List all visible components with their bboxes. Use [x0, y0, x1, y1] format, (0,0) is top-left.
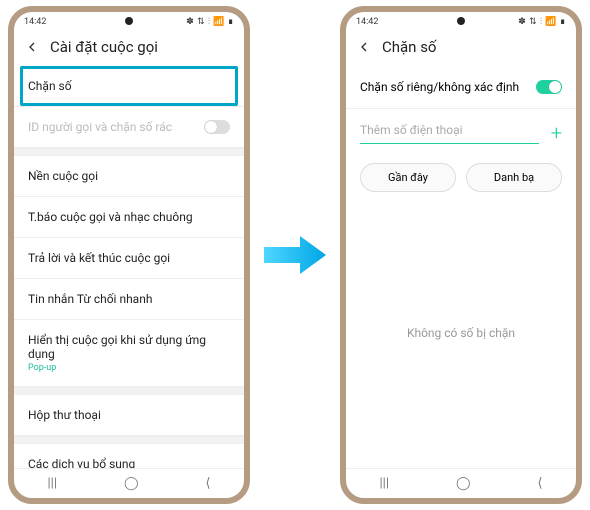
phone-right: 14:42 ✽ ⇅ ⫶ 📶 ∎ Chặn số Chặn số riêng/kh… [340, 6, 582, 504]
status-time: 14:42 [356, 17, 378, 27]
row-label: Chặn số [28, 79, 72, 93]
nav-home-icon[interactable]: ◯ [124, 476, 139, 491]
status-icons: ✽ ⇅ ⫶ 📶 ∎ [518, 17, 566, 27]
row-label: Các dịch vụ bổ sung [28, 457, 135, 468]
nav-recents-icon[interactable]: ||| [379, 476, 389, 491]
toggle-caller-id[interactable] [204, 120, 230, 134]
row-label: Nền cuộc gọi [28, 169, 98, 183]
status-icons: ✽ ⇅ ⫶ 📶 ∎ [186, 17, 234, 27]
row-label: ID người gọi và chặn số rác [28, 120, 172, 134]
section-gap [14, 387, 244, 395]
add-icon[interactable]: + [551, 121, 562, 145]
section-gap [14, 148, 244, 156]
back-icon[interactable] [356, 39, 372, 55]
row-hop-thu[interactable]: Hộp thư thoại [14, 395, 244, 436]
row-label: Tin nhắn Từ chối nhanh [28, 292, 152, 306]
source-chips: Gần đây Danh bạ [346, 149, 576, 206]
empty-state: Không có số bị chặn [346, 326, 576, 340]
row-dich-vu[interactable]: Các dịch vụ bổ sung [14, 444, 244, 468]
back-icon[interactable] [24, 39, 40, 55]
nav-home-icon[interactable]: ◯ [456, 476, 471, 491]
row-subtext: Pop-up [28, 363, 230, 373]
add-number-row: Thêm số điện thoại + [346, 109, 576, 149]
add-number-input[interactable]: Thêm số điện thoại [360, 123, 539, 144]
row-label: Chặn số riêng/không xác định [360, 80, 519, 94]
nav-recents-icon[interactable]: ||| [47, 476, 57, 491]
row-text: Hiển thị cuộc gọi khi sử dụng ứng dụng [28, 333, 206, 361]
front-camera [457, 17, 465, 25]
row-tin-nhan[interactable]: Tin nhắn Từ chối nhanh [14, 279, 244, 320]
front-camera [125, 17, 133, 25]
app-bar: Cài đặt cuộc gọi [14, 32, 244, 66]
page-title: Cài đặt cuộc gọi [50, 38, 158, 56]
android-nav-bar: ||| ◯ ⟨ [346, 468, 576, 498]
phone-left: 14:42 ✽ ⇅ ⫶ 📶 ∎ Cài đặt cuộc gọi Chặn số… [8, 6, 250, 504]
chip-recent[interactable]: Gần đây [360, 163, 456, 192]
row-hien-thi[interactable]: Hiển thị cuộc gọi khi sử dụng ứng dụng P… [14, 320, 244, 387]
row-label: Hiển thị cuộc gọi khi sử dụng ứng dụng P… [28, 333, 230, 373]
row-nen-cuoc-goi[interactable]: Nền cuộc gọi [14, 156, 244, 197]
row-label: Hộp thư thoại [28, 408, 101, 422]
status-time: 14:42 [24, 17, 46, 27]
row-tbao[interactable]: T.báo cuộc gọi và nhạc chuông [14, 197, 244, 238]
block-content: Chặn số riêng/không xác định Thêm số điệ… [346, 66, 576, 468]
nav-back-icon[interactable]: ⟨ [205, 476, 210, 491]
section-gap [14, 436, 244, 444]
nav-back-icon[interactable]: ⟨ [537, 476, 542, 491]
row-id-nguoi-goi[interactable]: ID người gọi và chặn số rác [14, 107, 244, 148]
flow-arrow [260, 230, 330, 280]
page-title: Chặn số [382, 38, 437, 56]
chip-contacts[interactable]: Danh bạ [466, 163, 562, 192]
toggle-block-private[interactable] [536, 80, 562, 94]
row-block-private[interactable]: Chặn số riêng/không xác định [346, 66, 576, 109]
arrow-icon [260, 230, 330, 280]
row-tra-loi[interactable]: Trả lời và kết thúc cuộc gọi [14, 238, 244, 279]
app-bar: Chặn số [346, 32, 576, 66]
row-label: Trả lời và kết thúc cuộc gọi [28, 251, 170, 265]
android-nav-bar: ||| ◯ ⟨ [14, 468, 244, 498]
settings-list: Chặn số ID người gọi và chặn số rác Nền … [14, 66, 244, 468]
row-chan-so[interactable]: Chặn số [14, 66, 244, 107]
row-label: T.báo cuộc gọi và nhạc chuông [28, 210, 193, 224]
